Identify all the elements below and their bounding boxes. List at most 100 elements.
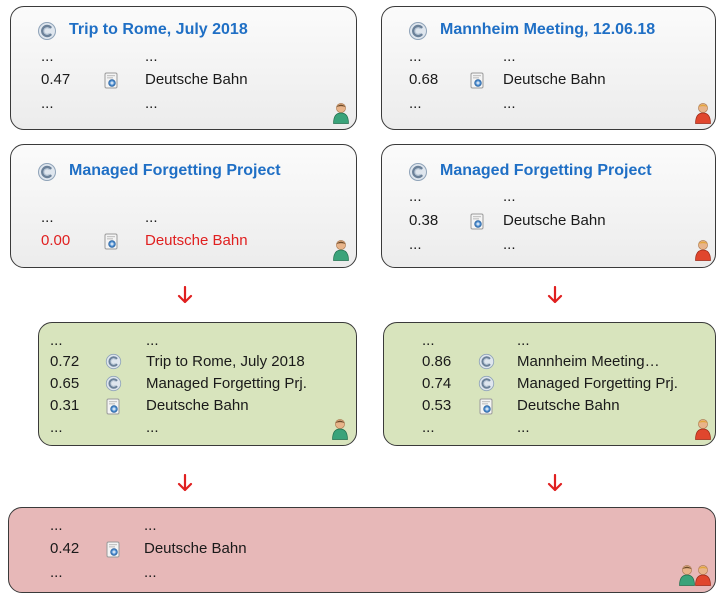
- item-label: ...: [144, 517, 157, 534]
- item-label: ...: [146, 419, 159, 436]
- item-label: Deutsche Bahn: [145, 71, 248, 88]
- context-card-managed-forgetting-left: Managed Forgetting Project ... ... 0.00 …: [10, 144, 357, 268]
- item-label: Managed Forgetting Prj.: [146, 375, 307, 392]
- item-label: ...: [503, 48, 516, 65]
- item-label: ...: [145, 48, 158, 65]
- score: ...: [50, 517, 63, 534]
- forgotten-list-item: 0.00 Deutsche Bahn: [41, 232, 341, 250]
- item-label: ...: [517, 419, 530, 436]
- document-icon: [105, 398, 122, 415]
- item-label: Deutsche Bahn: [503, 212, 606, 229]
- list-item: ... ...: [41, 209, 341, 227]
- context-icon: [105, 375, 122, 392]
- context-icon: [478, 353, 495, 370]
- context-icon: [37, 162, 57, 182]
- score: ...: [41, 48, 54, 65]
- score: ...: [41, 209, 54, 226]
- item-label: Mannheim Meeting…: [517, 353, 660, 370]
- score: 0.31: [50, 397, 80, 414]
- list-item: ... ...: [409, 48, 699, 66]
- list-item: ... ...: [50, 419, 350, 437]
- list-item: ... ...: [50, 332, 350, 350]
- card-title: Managed Forgetting Project: [440, 162, 652, 179]
- score: ...: [409, 48, 422, 65]
- list-item: 0.47 Deutsche Bahn: [41, 71, 341, 89]
- context-card-managed-forgetting-right: Managed Forgetting Project ... ... 0.38 …: [381, 144, 716, 268]
- user-green-icon: [333, 239, 349, 261]
- document-icon: [103, 72, 120, 89]
- user-red-icon: [695, 239, 711, 261]
- context-icon: [478, 375, 495, 392]
- list-item: ... ...: [422, 332, 712, 350]
- item-label: Deutsche Bahn: [503, 71, 606, 88]
- score: 0.74: [422, 375, 452, 392]
- list-item: 0.72 Trip to Rome, July 2018: [50, 353, 350, 371]
- item-label: ...: [503, 95, 516, 112]
- down-arrow-icon: [177, 286, 193, 304]
- context-icon: [37, 21, 57, 41]
- down-arrow-icon: [177, 474, 193, 492]
- list-item: 0.68 Deutsche Bahn: [409, 71, 699, 89]
- card-title: Trip to Rome, July 2018: [69, 21, 248, 38]
- score: 0.42: [50, 540, 80, 557]
- list-item: 0.38 Deutsche Bahn: [409, 212, 699, 230]
- score: ...: [50, 332, 63, 349]
- score: 0.72: [50, 353, 80, 370]
- score: ...: [422, 419, 435, 436]
- list-item: ... ...: [50, 517, 350, 535]
- item-label: Deutsche Bahn: [146, 397, 249, 414]
- score: ...: [41, 95, 54, 112]
- item-label: Deutsche Bahn: [145, 232, 248, 249]
- score: 0.00: [41, 232, 71, 249]
- card-title: Managed Forgetting Project: [69, 162, 281, 179]
- score: 0.65: [50, 375, 80, 392]
- list-item: 0.31 Deutsche Bahn: [50, 397, 350, 415]
- aggregated-card-user2: ... ... 0.86 Mannheim Meeting… 0.74 Mana…: [383, 322, 716, 446]
- user-green-icon: [679, 564, 695, 586]
- list-item: ... ...: [409, 236, 699, 254]
- list-item: ... ...: [409, 188, 699, 206]
- item-label: ...: [503, 188, 516, 205]
- item-label: Deutsche Bahn: [144, 540, 247, 557]
- list-item: ... ...: [409, 95, 699, 113]
- card-title: Mannheim Meeting, 12.06.18: [440, 21, 656, 38]
- score: ...: [50, 419, 63, 436]
- document-icon: [469, 213, 486, 230]
- item-label: ...: [517, 332, 530, 349]
- document-icon: [469, 72, 486, 89]
- list-item: 0.65 Managed Forgetting Prj.: [50, 375, 350, 393]
- list-item: ... ...: [41, 48, 341, 66]
- user-red-icon: [695, 418, 711, 440]
- document-icon: [105, 541, 122, 558]
- document-icon: [478, 398, 495, 415]
- item-label: ...: [145, 209, 158, 226]
- score: 0.53: [422, 397, 452, 414]
- user-green-icon: [333, 102, 349, 124]
- item-label: ...: [145, 95, 158, 112]
- user-red-icon: [695, 102, 711, 124]
- context-card-trip-rome: Trip to Rome, July 2018 ... ... 0.47 Deu…: [10, 6, 357, 130]
- item-label: Deutsche Bahn: [517, 397, 620, 414]
- score: ...: [409, 236, 422, 253]
- down-arrow-icon: [547, 286, 563, 304]
- document-icon: [103, 233, 120, 250]
- list-item: 0.42 Deutsche Bahn: [50, 540, 350, 558]
- score: 0.38: [409, 212, 439, 229]
- item-label: ...: [503, 236, 516, 253]
- item-label: Managed Forgetting Prj.: [517, 375, 678, 392]
- user-green-icon: [332, 418, 348, 440]
- list-item: 0.74 Managed Forgetting Prj.: [422, 375, 712, 393]
- item-label: ...: [146, 332, 159, 349]
- item-label: ...: [144, 564, 157, 581]
- combined-card: ... ... 0.42 Deutsche Bahn ... ...: [8, 507, 716, 593]
- score: ...: [50, 564, 63, 581]
- score: ...: [422, 332, 435, 349]
- context-icon: [408, 21, 428, 41]
- list-item: ... ...: [50, 564, 350, 582]
- score: ...: [409, 95, 422, 112]
- user-red-icon: [695, 564, 711, 586]
- score: 0.86: [422, 353, 452, 370]
- list-item: 0.53 Deutsche Bahn: [422, 397, 712, 415]
- item-label: Trip to Rome, July 2018: [146, 353, 305, 370]
- context-icon: [408, 162, 428, 182]
